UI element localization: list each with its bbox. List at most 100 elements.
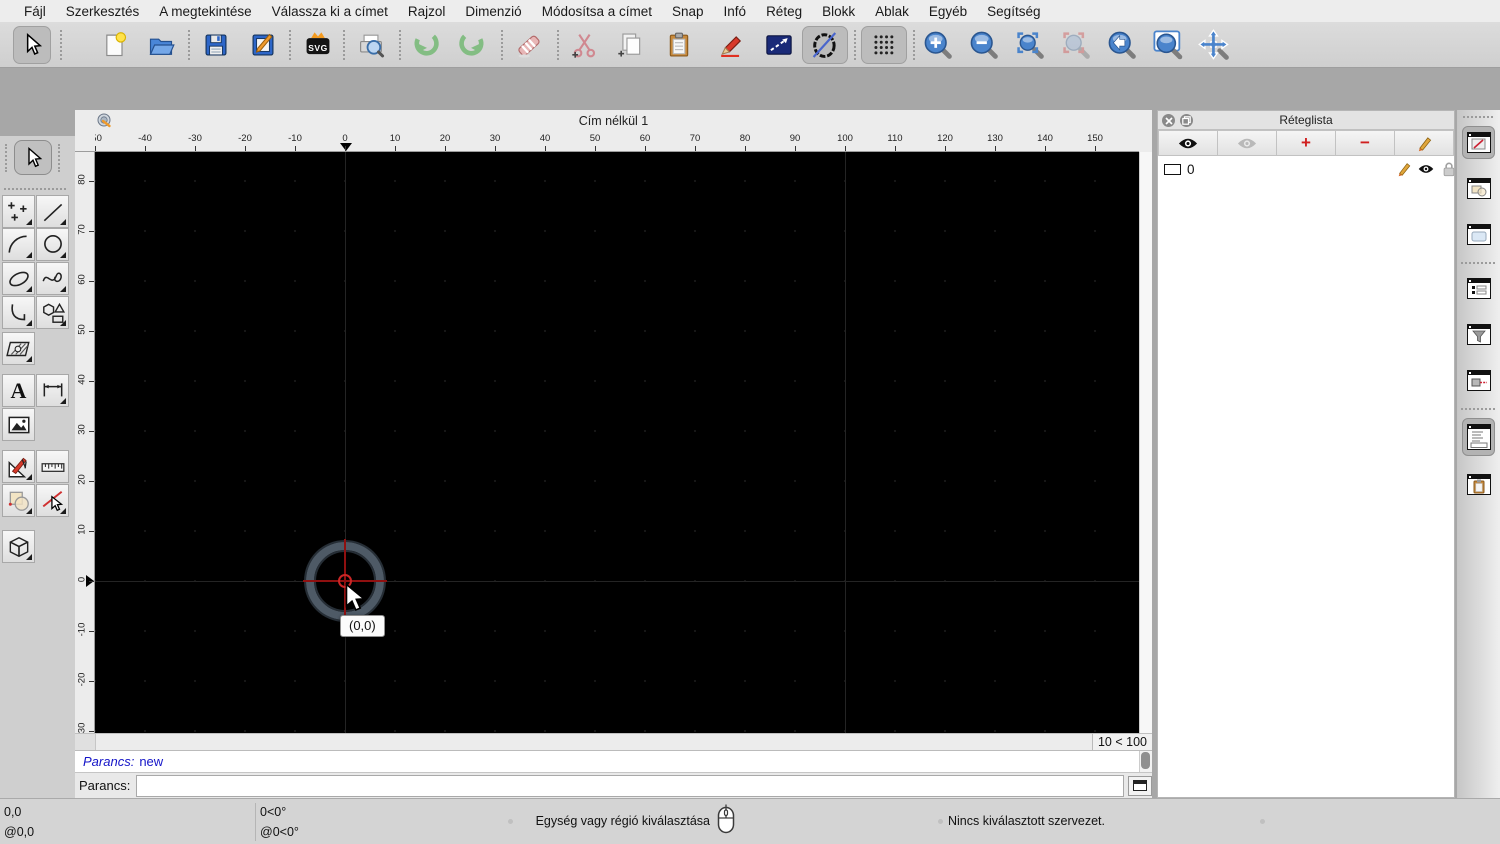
history-scrollbar[interactable] — [1139, 751, 1152, 772]
tool-ruler-button[interactable] — [36, 450, 69, 483]
history-scrollbar-thumb[interactable] — [1141, 752, 1150, 769]
save-button[interactable] — [197, 26, 235, 64]
tool-points-button[interactable] — [2, 195, 35, 228]
tool-modify-button[interactable] — [2, 484, 35, 517]
tool-text-button[interactable]: A — [2, 374, 35, 407]
layer-name: 0 — [1187, 161, 1195, 177]
hide-all-layers-button[interactable] — [1218, 130, 1277, 156]
menu-item-1[interactable]: Fájl — [14, 4, 56, 19]
export-svg-button[interactable]: SVG — [299, 26, 337, 64]
vertical-scrollbar[interactable] — [1139, 152, 1152, 733]
palette-select-button[interactable] — [14, 140, 52, 175]
menu-item-10[interactable]: Réteg — [756, 4, 812, 19]
new-document-button[interactable] — [96, 26, 134, 64]
polar-absolute: 0<0° — [260, 805, 287, 819]
ellipse-icon — [8, 271, 29, 286]
tool-dimension-button[interactable] — [36, 374, 69, 407]
menu-item-3[interactable]: A megtekintése — [149, 4, 261, 19]
zoom-pan-button[interactable] — [1195, 26, 1233, 64]
zoom-out-button[interactable] — [965, 26, 1003, 64]
save-as-button[interactable] — [244, 26, 282, 64]
menu-item-2[interactable]: Szerkesztés — [56, 4, 150, 19]
dock-command-button[interactable] — [1462, 418, 1495, 456]
menu-item-8[interactable]: Snap — [662, 4, 714, 19]
zoom-auto-button[interactable] — [1011, 26, 1049, 64]
dock-layer-list-button[interactable] — [1462, 126, 1495, 159]
edit-layer-button[interactable] — [1395, 130, 1454, 156]
meta-gridline-x100 — [845, 152, 846, 733]
selection-status: Nincs kiválasztott szervezet. — [948, 814, 1105, 828]
tool-hatch-button[interactable] — [2, 332, 35, 365]
line-icon — [43, 203, 62, 221]
command-keyboard-button[interactable] — [1128, 775, 1152, 796]
select-tool-button[interactable] — [13, 26, 51, 64]
polyline-icon — [10, 303, 25, 320]
zoom-window-button[interactable] — [1149, 26, 1187, 64]
dock-block-list-button[interactable] — [1462, 172, 1495, 205]
mouse-icon — [717, 804, 735, 834]
tool-select-entity-button[interactable] — [36, 484, 69, 517]
print-preview-button[interactable] — [352, 26, 390, 64]
delete-button[interactable] — [510, 26, 548, 64]
grid-toggle-button[interactable] — [861, 26, 907, 64]
tool-ellipse-button[interactable] — [2, 262, 35, 295]
ruler-label: -10 — [288, 133, 302, 144]
tool-line-button[interactable] — [36, 195, 69, 228]
window-title: Cím nélkül 1 — [578, 113, 649, 128]
redo-button[interactable] — [452, 26, 490, 64]
toolbar-grip — [913, 30, 915, 60]
ellipse-tool-button[interactable] — [802, 26, 848, 64]
drawing-window: Cím nélkül 1 -50 -40 -30 -20 -10 0 10 20 30 40 50 6… — [75, 110, 1152, 840]
menu-item-12[interactable]: Ablak — [865, 4, 919, 19]
layer-lock-icon[interactable] — [1441, 161, 1457, 177]
zoom-in-button[interactable] — [919, 26, 957, 64]
dimension-window-icon — [1466, 370, 1491, 391]
menu-item-9[interactable]: Infó — [714, 4, 757, 19]
ruler-label: 70 — [689, 133, 701, 144]
window-titlebar[interactable]: Cím nélkül 1 — [75, 110, 1152, 132]
drawing-canvas[interactable]: (0,0) — [95, 152, 1139, 733]
tool-spline-button[interactable] — [36, 262, 69, 295]
paste-button[interactable] — [660, 26, 698, 64]
zoom-redraw-button[interactable] — [1057, 26, 1095, 64]
tool-circle-button[interactable] — [36, 228, 69, 261]
menu-item-11[interactable]: Blokk — [812, 4, 865, 19]
tool-measure-button[interactable] — [2, 450, 35, 483]
undo-button[interactable] — [408, 26, 446, 64]
dock-dimension-button[interactable] — [1462, 364, 1495, 397]
tool-arc-button[interactable] — [2, 228, 35, 261]
remove-layer-button[interactable]: − — [1336, 130, 1395, 156]
layer-visibility-icon[interactable] — [1418, 161, 1434, 177]
ruler-tick — [395, 146, 396, 151]
cube-icon — [9, 536, 28, 557]
cut-button[interactable] — [566, 26, 604, 64]
layer-edit-pencil-icon[interactable] — [1396, 161, 1412, 177]
dock-clipboard-button[interactable] — [1462, 468, 1495, 501]
menu-item-4[interactable]: Válassza ki a címet — [262, 4, 398, 19]
horizontal-scrollbar[interactable]: 10 < 100 — [75, 733, 1152, 750]
command-input[interactable] — [136, 774, 1125, 797]
menu-item-13[interactable]: Egyéb — [919, 4, 977, 19]
tool-polyline-button[interactable] — [2, 296, 35, 329]
dock-entity-list-button[interactable] — [1462, 272, 1495, 305]
menu-item-6[interactable]: Dimenzió — [455, 4, 531, 19]
add-layer-button[interactable]: + — [1277, 130, 1336, 156]
show-all-layers-button[interactable] — [1158, 130, 1218, 156]
ruler-label: 10 — [389, 133, 401, 144]
copy-button[interactable] — [612, 26, 650, 64]
layer-row[interactable]: 0 — [1158, 159, 1457, 179]
zoom-previous-button[interactable] — [1103, 26, 1141, 64]
pen-attributes-button[interactable] — [712, 26, 750, 64]
line-attributes-button[interactable] — [760, 26, 798, 64]
menu-item-14[interactable]: Segítség — [977, 4, 1050, 19]
dock-library-button[interactable] — [1462, 218, 1495, 251]
dock-filter-button[interactable] — [1462, 318, 1495, 351]
menu-item-5[interactable]: Rajzol — [398, 4, 456, 19]
tool-3d-button[interactable] — [2, 530, 35, 563]
tool-image-button[interactable] — [2, 408, 35, 441]
command-history[interactable]: Parancs: new — [75, 750, 1152, 772]
menu-item-7[interactable]: Módosítsa a címet — [532, 4, 662, 19]
tool-polygon-button[interactable] — [36, 296, 69, 329]
open-file-button[interactable] — [142, 26, 180, 64]
toolbar-grip — [188, 30, 190, 60]
